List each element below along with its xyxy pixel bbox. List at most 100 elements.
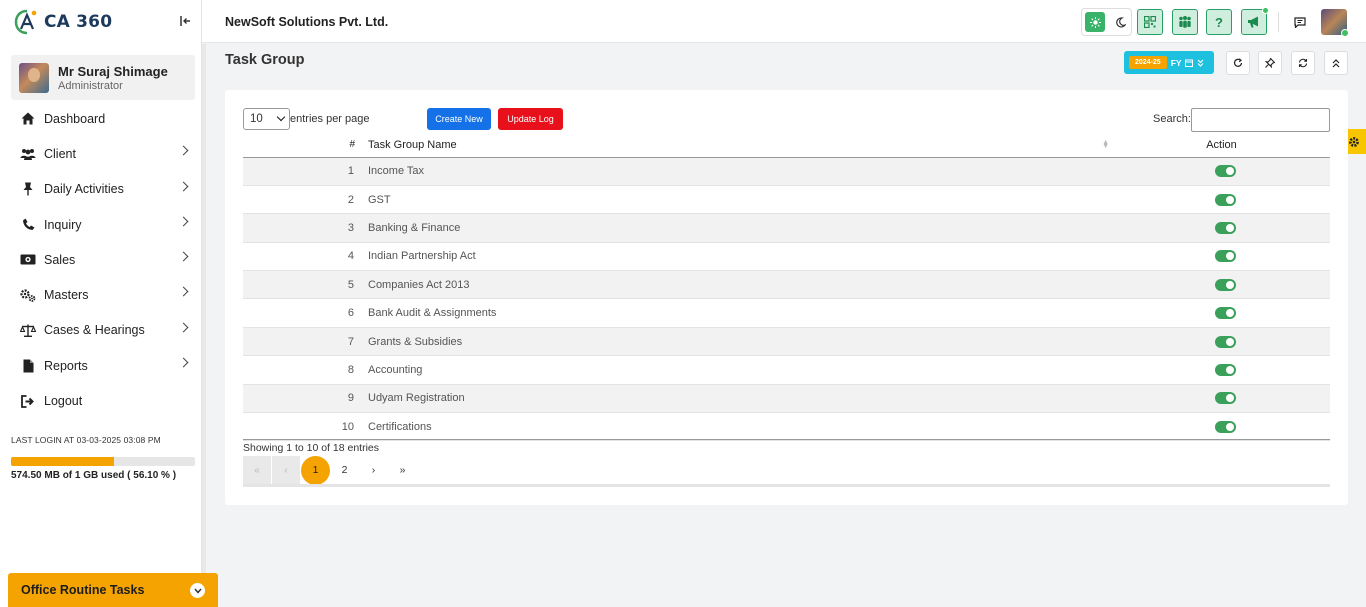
- user-card[interactable]: Mr Suraj Shimage Administrator: [11, 55, 195, 100]
- table-row: 4 Indian Partnership Act: [243, 242, 1330, 272]
- divider: [1278, 12, 1279, 32]
- help-icon[interactable]: ?: [1206, 9, 1232, 35]
- moon-icon[interactable]: [1110, 12, 1130, 32]
- column-header-task-group-name[interactable]: Task Group Name ▲ ▼: [368, 133, 1113, 158]
- page-button-1[interactable]: 1: [301, 455, 330, 485]
- status-toggle[interactable]: [1215, 193, 1236, 206]
- pin-icon: [18, 181, 38, 197]
- sidebar-item-label: Daily Activities: [44, 182, 124, 197]
- top-bar: NewSoft Solutions Pvt. Ltd. ?: [202, 0, 1366, 43]
- status-toggle[interactable]: [1215, 165, 1236, 178]
- sidebar-item-cases-hearings[interactable]: Cases & Hearings: [11, 313, 195, 348]
- status-toggle[interactable]: [1215, 420, 1236, 433]
- row-number: 4: [243, 242, 368, 272]
- storage-progress-bar: [11, 457, 195, 466]
- qr-code-icon[interactable]: [1137, 9, 1163, 35]
- office-routine-tasks-panel[interactable]: Office Routine Tasks: [8, 573, 218, 607]
- next-page-button[interactable]: ›: [359, 456, 388, 484]
- table-row: 3 Banking & Finance: [243, 213, 1330, 243]
- chevron-right-icon: [178, 322, 189, 333]
- task-group-name: Grants & Subsidies: [368, 327, 1113, 357]
- sidebar-item-daily-activities[interactable]: Daily Activities: [11, 172, 195, 207]
- status-toggle[interactable]: [1215, 392, 1236, 405]
- team-icon[interactable]: [1172, 9, 1198, 35]
- table-row: 10 Certifications: [243, 412, 1330, 442]
- sidebar-item-reports[interactable]: Reports: [11, 348, 195, 383]
- status-toggle[interactable]: [1215, 335, 1236, 348]
- document-icon: [18, 358, 38, 374]
- sidebar-item-masters[interactable]: Masters: [11, 277, 195, 312]
- sidebar-item-dashboard[interactable]: Dashboard: [11, 101, 195, 136]
- page-button-2[interactable]: 2: [330, 456, 359, 484]
- status-toggle[interactable]: [1215, 278, 1236, 291]
- logo-text: CA 360: [44, 12, 113, 32]
- home-icon: [18, 111, 38, 127]
- sidebar-item-label: Masters: [44, 288, 89, 303]
- sort-icon: ▲ ▼: [1102, 139, 1109, 150]
- sidebar-item-label: Logout: [44, 394, 83, 409]
- sidebar-nav: Dashboard Client Daily Activities Inquir…: [11, 101, 195, 419]
- chevron-down-icon[interactable]: [190, 583, 205, 598]
- create-new-button[interactable]: Create New: [427, 108, 491, 130]
- task-group-name: Udyam Registration: [368, 384, 1113, 414]
- refresh-icon[interactable]: [1226, 51, 1250, 75]
- scale-icon: [18, 322, 38, 338]
- cogs-icon: [18, 287, 38, 303]
- avatar: [19, 62, 49, 93]
- pagination: « ‹ 1 2 › »: [243, 455, 417, 485]
- fy-year-badge: 2024-25: [1129, 56, 1167, 69]
- chevron-right-icon: [178, 181, 189, 192]
- phone-icon: [18, 217, 38, 233]
- status-toggle[interactable]: [1215, 250, 1236, 263]
- theme-switcher: [1081, 8, 1132, 36]
- app-logo[interactable]: CA 360: [14, 8, 112, 36]
- chevron-down-icon: [276, 112, 286, 122]
- table-row: 7 Grants & Subsidies: [243, 327, 1330, 357]
- pagination-scrollbar[interactable]: [243, 484, 1330, 487]
- sidebar-scrollbar[interactable]: [202, 44, 206, 607]
- sidebar-item-sales[interactable]: Sales: [11, 242, 195, 277]
- sidebar-item-inquiry[interactable]: Inquiry: [11, 207, 195, 242]
- row-number: 7: [243, 327, 368, 357]
- row-number: 2: [243, 185, 368, 215]
- sync-icon[interactable]: [1291, 51, 1315, 75]
- task-group-table: # Task Group Name ▲ ▼ Action 1 Income Tax 2…: [243, 133, 1330, 442]
- task-group-name: GST: [368, 185, 1113, 215]
- first-page-button[interactable]: «: [243, 456, 272, 484]
- chevron-right-icon: [178, 287, 189, 297]
- logo-icon: [14, 9, 37, 35]
- last-login-text: LAST LOGIN AT 03-03-2025 03:08 PM: [11, 435, 161, 445]
- search-input[interactable]: [1191, 108, 1330, 132]
- sun-icon[interactable]: [1085, 12, 1105, 32]
- column-header-number[interactable]: #: [243, 133, 368, 158]
- entries-per-page-select[interactable]: 10: [243, 108, 290, 130]
- sidebar-item-label: Sales: [44, 252, 76, 267]
- sidebar-item-client[interactable]: Client: [11, 136, 195, 171]
- collapse-sidebar-icon[interactable]: [180, 14, 192, 29]
- pin-icon[interactable]: [1258, 51, 1282, 75]
- user-name: Mr Suraj Shimage: [58, 63, 168, 79]
- money-icon: [18, 252, 38, 268]
- task-group-name: Companies Act 2013: [368, 270, 1113, 300]
- status-toggle[interactable]: [1215, 222, 1236, 235]
- task-group-name: Indian Partnership Act: [368, 242, 1113, 272]
- table-row: 8 Accounting: [243, 355, 1330, 385]
- fy-label: FY: [1170, 57, 1182, 68]
- office-routine-tasks-label: Office Routine Tasks: [21, 583, 145, 597]
- entries-per-page-value: 10: [250, 113, 263, 125]
- status-toggle[interactable]: [1215, 307, 1236, 320]
- column-header-action: Action: [1113, 133, 1330, 158]
- last-page-button[interactable]: »: [388, 456, 417, 484]
- update-log-button[interactable]: Update Log: [498, 108, 563, 130]
- financial-year-selector[interactable]: 2024-25 FY: [1124, 51, 1214, 74]
- announcement-icon[interactable]: [1241, 7, 1269, 35]
- collapse-up-icon[interactable]: [1324, 51, 1348, 75]
- status-toggle[interactable]: [1215, 363, 1236, 376]
- storage-usage-text: 574.50 MB of 1 GB used ( 56.10 % ): [11, 470, 177, 481]
- previous-page-button[interactable]: ‹: [272, 456, 301, 484]
- sidebar-item-logout[interactable]: Logout: [11, 383, 195, 418]
- storage-progress-fill: [11, 457, 115, 466]
- chat-icon[interactable]: [1287, 9, 1313, 35]
- sidebar-item-label: Client: [44, 146, 76, 161]
- chevron-right-icon: [178, 251, 189, 262]
